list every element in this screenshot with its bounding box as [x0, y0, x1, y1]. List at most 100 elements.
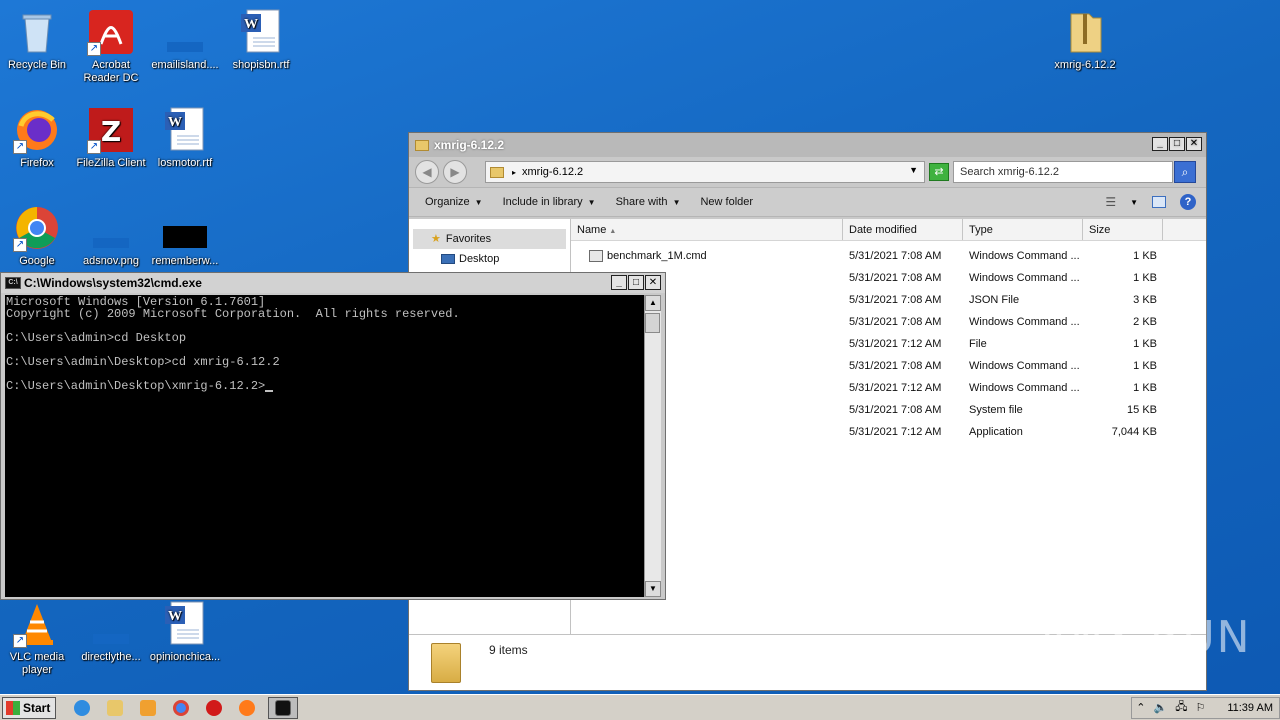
organize-menu[interactable]: Organize ▼: [415, 196, 493, 208]
volume-icon[interactable]: 🔈: [1153, 701, 1167, 714]
file-row[interactable]: S5/31/2021 7:12 AMFile1 KB: [571, 333, 1206, 355]
address-bar[interactable]: ▸ xmrig-6.12.2 ▼: [485, 161, 925, 183]
console-line: C:\Users\admin>cd Desktop: [6, 331, 187, 345]
nav-favorites[interactable]: ★ Favorites: [413, 229, 566, 249]
maximize-button[interactable]: □: [628, 275, 644, 290]
desktop-icon-filezilla[interactable]: Z ↗ FileZilla Client: [74, 106, 148, 170]
refresh-button[interactable]: ⇄: [929, 163, 949, 181]
desktop-icon-label: emailisland....: [151, 59, 219, 71]
column-size[interactable]: Size: [1083, 219, 1163, 240]
include-in-library-menu[interactable]: Include in library ▼: [493, 196, 606, 208]
desktop-icon-label: Firefox: [20, 157, 54, 169]
column-date-modified[interactable]: Date modified: [843, 219, 963, 240]
desktop-icon-losmotor[interactable]: W losmotor.rtf: [148, 106, 222, 170]
blank-file-icon: [161, 8, 209, 56]
taskbar-media-player-icon[interactable]: [136, 697, 160, 719]
explorer-title: xmrig-6.12.2: [434, 138, 505, 152]
recycle-bin-icon: [13, 8, 61, 56]
console-line: C:\Users\admin\Desktop>cd xmrig-6.12.2: [6, 355, 280, 369]
file-row[interactable]: 5/31/2021 7:12 AM Windows Command ... 1 KB: [571, 377, 1206, 399]
close-button[interactable]: ✕: [645, 275, 661, 290]
shortcut-arrow-icon: ↗: [13, 634, 27, 648]
desktop-icon-recycle-bin[interactable]: Recycle Bin: [0, 8, 74, 72]
item-count: 9 items: [489, 643, 528, 657]
clock[interactable]: 11:39 AM: [1227, 702, 1273, 714]
desktop-icon-firefox[interactable]: ↗ Firefox: [0, 106, 74, 170]
back-button[interactable]: ◀: [415, 160, 439, 184]
forward-button[interactable]: ▶: [443, 160, 467, 184]
file-date: 5/31/2021 7:08 AM: [849, 360, 942, 372]
file-size: 1 KB: [1133, 338, 1157, 350]
taskbar-explorer-icon[interactable]: [103, 697, 127, 719]
file-row[interactable]: 10M.cmd5/31/2021 7:08 AMWindows Command …: [571, 267, 1206, 289]
desktop-icon-opinionchica[interactable]: W opinionchica...: [148, 600, 222, 664]
taskbar-chrome-icon[interactable]: [169, 697, 193, 719]
chevron-down-icon[interactable]: ▼: [1130, 198, 1138, 207]
file-row[interactable]: xample.cmd5/31/2021 7:08 AMWindows Comma…: [571, 355, 1206, 377]
scroll-down-icon[interactable]: ▼: [645, 581, 661, 597]
cmd-file-icon: [589, 250, 603, 263]
cmd-titlebar[interactable]: C:\ C:\Windows\system32\cmd.exe _ □ ✕: [1, 273, 665, 293]
minimize-button[interactable]: _: [611, 275, 627, 290]
window-controls: _ □ ✕: [611, 275, 661, 290]
file-row[interactable]: 5/31/2021 7:12 AM Application 7,044 KB: [571, 421, 1206, 443]
shortcut-arrow-icon: ↗: [13, 140, 27, 154]
cmd-window[interactable]: C:\ C:\Windows\system32\cmd.exe _ □ ✕ Mi…: [0, 272, 666, 600]
file-list-header: Name ▲ Date modified Type Size: [571, 219, 1206, 241]
tray-expand-icon[interactable]: ⌃: [1136, 701, 1145, 714]
view-options-icon[interactable]: ☰: [1105, 195, 1116, 209]
cmd-console-output[interactable]: Microsoft Windows [Version 6.1.7601] Copy…: [5, 295, 645, 597]
desktop-icon-rememberw[interactable]: rememberw...: [148, 204, 222, 268]
shortcut-arrow-icon: ↗: [87, 140, 101, 154]
chevron-down-icon[interactable]: ▼: [909, 165, 918, 175]
desktop-icon-google[interactable]: ↗ Google: [0, 204, 74, 268]
file-row[interactable]: xample.cmd5/31/2021 7:08 AMWindows Comma…: [571, 311, 1206, 333]
chrome-icon: ↗: [13, 204, 61, 252]
minimize-button[interactable]: _: [1152, 137, 1168, 151]
scroll-thumb[interactable]: [645, 313, 660, 333]
cmd-scrollbar[interactable]: ▲ ▼: [644, 295, 661, 597]
desktop-icon-shopisbn[interactable]: W shopisbn.rtf: [224, 8, 298, 72]
start-button[interactable]: Start: [2, 696, 56, 719]
scroll-up-icon[interactable]: ▲: [645, 295, 661, 311]
network-icon[interactable]: 🖧: [1175, 698, 1187, 717]
taskbar-firefox-icon[interactable]: [235, 697, 259, 719]
file-date: 5/31/2021 7:08 AM: [849, 294, 942, 306]
share-with-menu[interactable]: Share with ▼: [606, 196, 691, 208]
search-icon[interactable]: ⌕: [1174, 161, 1196, 183]
file-type: Windows Command ...: [969, 360, 1080, 372]
windows-logo-icon: [6, 700, 20, 715]
close-button[interactable]: ✕: [1186, 137, 1202, 151]
preview-pane-icon[interactable]: [1152, 196, 1166, 208]
file-row[interactable]: 4.sys5/31/2021 7:08 AMSystem file15 KB: [571, 399, 1206, 421]
column-type[interactable]: Type: [963, 219, 1083, 240]
desktop-icon-directlythe[interactable]: directlythe...: [74, 600, 148, 664]
explorer-titlebar[interactable]: xmrig-6.12.2 _ □ ✕: [409, 133, 1206, 157]
explorer-toolbar: Organize ▼ Include in library ▼ Share with…: [409, 187, 1206, 217]
desktop-icon-emailisland[interactable]: emailisland....: [148, 8, 222, 72]
desktop-icon-adsnov[interactable]: adsnov.png: [74, 204, 148, 268]
taskbar-cmd-icon[interactable]: [268, 696, 298, 719]
maximize-button[interactable]: □: [1169, 137, 1185, 151]
desktop-icon-vlc[interactable]: ↗ VLC media player: [0, 600, 74, 677]
help-icon[interactable]: ?: [1180, 194, 1196, 210]
column-name[interactable]: Name ▲: [571, 219, 843, 240]
cmd-title: C:\Windows\system32\cmd.exe: [24, 276, 202, 290]
desktop-icon-label: Google: [19, 255, 55, 267]
desktop-icon: [441, 254, 455, 265]
action-center-flag-icon[interactable]: ⚐: [1195, 701, 1205, 714]
file-type: Windows Command ...: [969, 316, 1080, 328]
desktop-icon-label: losmotor.rtf: [157, 157, 213, 169]
search-placeholder: Search xmrig-6.12.2: [960, 166, 1060, 178]
taskbar-opera-icon[interactable]: [202, 697, 226, 719]
search-input[interactable]: Search xmrig-6.12.2 ⌕: [953, 161, 1196, 183]
file-row[interactable]: 5/31/2021 7:08 AM JSON File 3 KB: [571, 289, 1206, 311]
file-size: 15 KB: [1127, 404, 1157, 416]
taskbar-ie-icon[interactable]: [70, 697, 94, 719]
file-row[interactable]: benchmark_1M.cmd 5/31/2021 7:08 AM Windows…: [571, 245, 1206, 267]
desktop-icon-xmrig-folder[interactable]: xmrig-6.12.2: [1048, 8, 1122, 72]
nav-desktop[interactable]: Desktop: [409, 249, 570, 269]
file-size: 1 KB: [1133, 382, 1157, 394]
new-folder-button[interactable]: New folder: [690, 196, 763, 208]
desktop-icon-acrobat[interactable]: ↗ Acrobat Reader DC: [74, 8, 148, 85]
